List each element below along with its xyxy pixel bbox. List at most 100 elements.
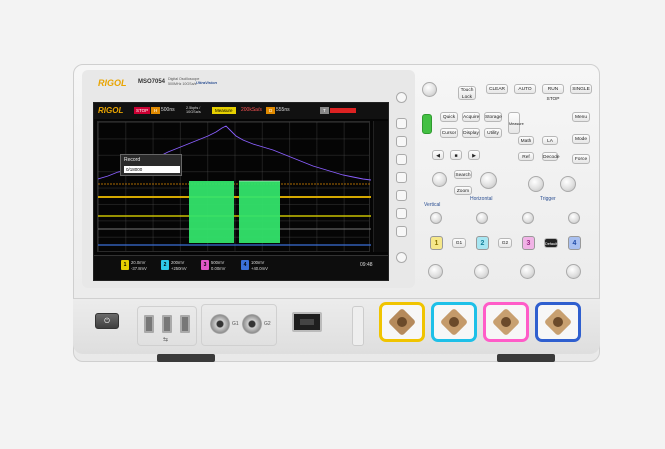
trigger-section-label: Trigger [540, 196, 556, 202]
ch3-chip[interactable]: 3 [201, 260, 209, 270]
ch4-button[interactable]: 4 [568, 236, 581, 250]
horizontal-section-label: Horizontal [470, 196, 493, 202]
decode-button[interactable]: Decode [542, 152, 560, 161]
ch4-input-connector[interactable] [535, 302, 581, 342]
usb-icon: ⇆ [163, 337, 169, 343]
ch1-chip[interactable]: 1 [121, 260, 129, 270]
model-subtitle-2: 500MHz 10GSa/s [168, 82, 197, 86]
ch2-input-connector[interactable] [431, 302, 477, 342]
ch3-scale-knob[interactable] [520, 264, 535, 279]
ch4-position-knob[interactable] [568, 212, 580, 224]
ref-button[interactable]: Ref [518, 152, 534, 161]
gen1-connector[interactable] [210, 314, 230, 334]
run-stop-button[interactable]: RUN STOP [542, 84, 564, 102]
softkey-7[interactable] [396, 226, 407, 237]
t-label: T [320, 107, 329, 114]
ch1-offset: -37.8mV [131, 266, 147, 271]
measure-tab[interactable]: Measure [212, 107, 236, 114]
trigger-position-knob[interactable] [560, 176, 576, 192]
auto-button[interactable]: AUTO [514, 84, 536, 94]
horizontal-scale-knob[interactable] [480, 172, 497, 189]
model-subtitle-1: Digital Oscilloscope [168, 77, 200, 81]
ch1-scale-knob[interactable] [428, 264, 443, 279]
softkey-5[interactable] [396, 190, 407, 201]
math-button[interactable]: Math [518, 136, 534, 145]
menu-button[interactable]: Menu [572, 112, 590, 122]
ch1-button[interactable]: 1 [430, 236, 443, 250]
ch3-button[interactable]: 3 [522, 236, 535, 250]
ch1-bnc-center [397, 317, 407, 327]
usb-port-2[interactable] [162, 315, 172, 333]
la-connector-inner [300, 319, 314, 325]
ch2-scale-knob[interactable] [474, 264, 489, 279]
logic-analyzer-port[interactable] [292, 312, 322, 332]
record-dialog-field[interactable]: 0/18000 [124, 166, 180, 173]
usb-port-group: ⇆ [137, 306, 197, 346]
screen-status-bar: RIGOL STOP H 500ns 2.5kpts / 10GSa/s Mea… [94, 103, 388, 119]
single-button[interactable]: SINGLE [570, 84, 592, 94]
ch2-offset: +250mV [171, 266, 187, 271]
mode-button[interactable]: Mode [572, 134, 590, 144]
default-button[interactable]: Default [544, 238, 558, 248]
utility-button[interactable]: Utility [484, 128, 502, 138]
ch2-chip[interactable]: 2 [161, 260, 169, 270]
run-status-badge: STOP [134, 107, 151, 114]
softkey-home[interactable] [396, 92, 407, 103]
power-side-button[interactable] [422, 114, 432, 134]
g1-button[interactable]: G1 [452, 238, 466, 248]
usb-port-1[interactable] [144, 315, 154, 333]
zoom-button[interactable]: Zoom [454, 186, 472, 195]
h-label: H [151, 107, 161, 114]
ch3-input-connector[interactable] [483, 302, 529, 342]
ch2-position-knob[interactable] [476, 212, 488, 224]
measure-button[interactable]: Measure [508, 112, 524, 134]
cursor-button[interactable]: Cursor [440, 128, 458, 138]
softkey-back[interactable] [396, 252, 407, 263]
sample-info: 2.5kpts / 10GSa/s [186, 106, 201, 114]
display-screen[interactable]: RIGOL STOP H 500ns 2.5kpts / 10GSa/s Mea… [93, 102, 389, 281]
softkey-6[interactable] [396, 208, 407, 219]
screen-logo: RIGOL [98, 106, 124, 115]
multipurpose-knob[interactable] [422, 82, 437, 97]
waveform-traces [98, 125, 371, 246]
play-controls[interactable]: ◀ ■ ▶ [432, 150, 496, 162]
gen1-label: G1 [232, 321, 239, 327]
storage-button[interactable]: Storage [484, 112, 502, 122]
softkey-4[interactable] [396, 172, 407, 183]
navigation-knob-left[interactable] [432, 172, 447, 187]
foot-right [497, 354, 555, 362]
softkey-2[interactable] [396, 136, 407, 147]
next-icon[interactable]: ▶ [468, 150, 480, 160]
ch1-position-knob[interactable] [430, 212, 442, 224]
force-button[interactable]: Force [572, 154, 590, 164]
usb-port-3[interactable] [180, 315, 190, 333]
touch-lock-button[interactable]: Touch Lock [458, 86, 476, 100]
clock-time: 09:48 [360, 262, 373, 268]
display-button[interactable]: Display [462, 128, 480, 138]
trigger-level-knob[interactable] [528, 176, 544, 192]
ch2-button[interactable]: 2 [476, 236, 489, 250]
la-button[interactable]: LA [542, 136, 558, 145]
g2-button[interactable]: G2 [498, 238, 512, 248]
record-dialog[interactable]: Record 0/18000 [120, 154, 182, 176]
ch3-position-knob[interactable] [522, 212, 534, 224]
ch4-scale-knob[interactable] [566, 264, 581, 279]
channel-status-bar: 1 20.0mV -37.8mV 2 200mV +250mV 3 500mV … [94, 255, 388, 280]
stop-icon[interactable]: ■ [450, 150, 462, 160]
ch4-chip[interactable]: 4 [241, 260, 249, 270]
waveform-grid[interactable]: Record 0/18000 [97, 121, 371, 252]
prev-icon[interactable]: ◀ [432, 150, 444, 160]
ultravision-badge: UltraVision [196, 80, 217, 85]
ch3-offset: 0.00mV [211, 266, 226, 271]
acquire-button[interactable]: Acquire [462, 112, 480, 122]
gen2-connector[interactable] [242, 314, 262, 334]
softkey-1[interactable] [396, 118, 407, 129]
search-button[interactable]: Search [454, 170, 472, 179]
power-button[interactable]: ⏻ [95, 313, 119, 329]
probe-comp-terminal[interactable] [352, 306, 364, 346]
ch1-input-connector[interactable] [379, 302, 425, 342]
quick-button[interactable]: Quick [440, 112, 458, 122]
softkey-3[interactable] [396, 154, 407, 165]
ch4-bnc-center [553, 317, 563, 327]
clear-button[interactable]: CLEAR [486, 84, 508, 94]
